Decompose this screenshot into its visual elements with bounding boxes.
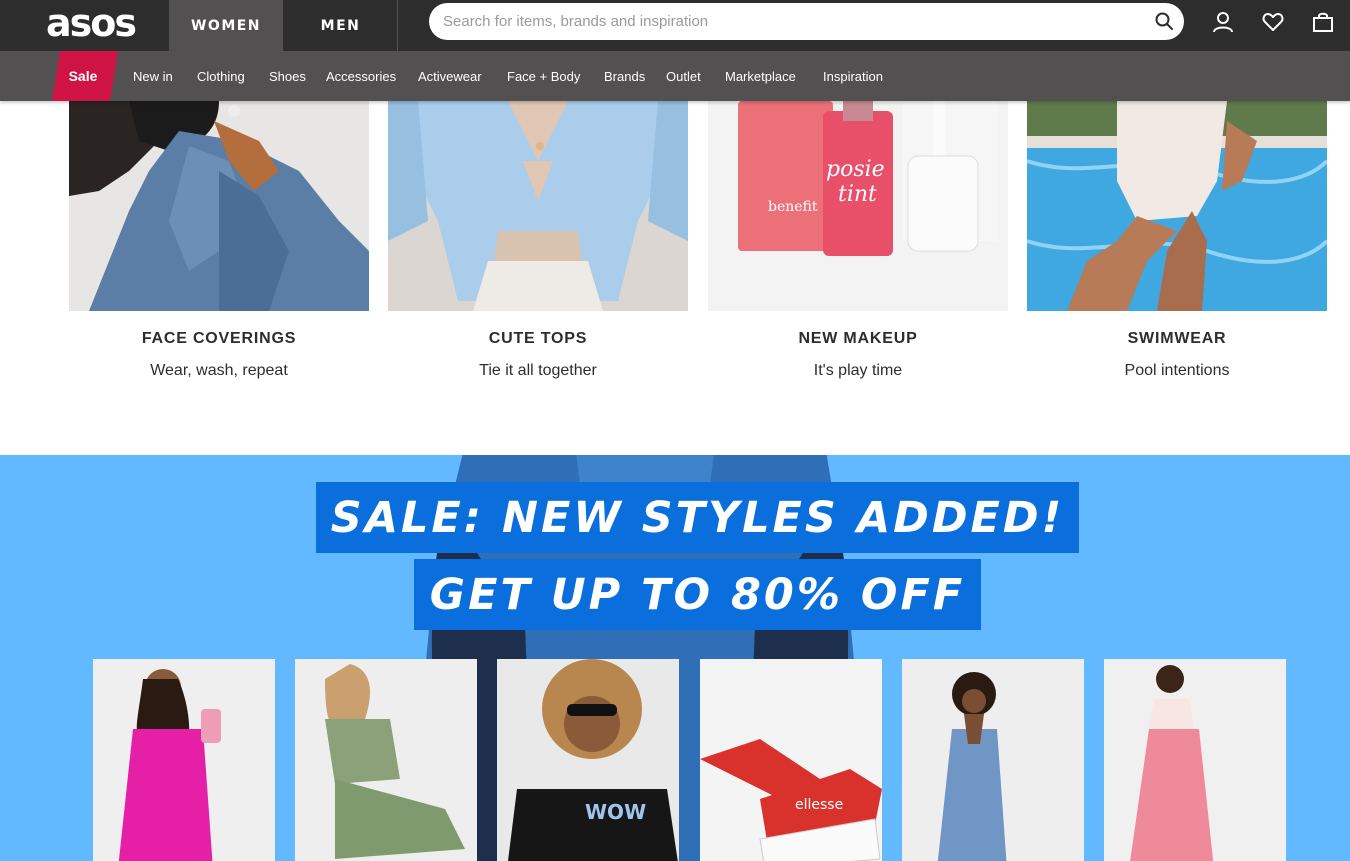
sale-banner[interactable]: SALE: NEW STYLES ADDED! GET UP TO 80% OF… [0, 455, 1350, 861]
tile-title[interactable]: SWIMWEAR [1027, 330, 1327, 348]
tile-title[interactable]: CUTE TOPS [388, 330, 688, 348]
account-icon[interactable] [1212, 11, 1234, 33]
tile-image[interactable] [1027, 101, 1327, 311]
sale-product-card[interactable] [902, 659, 1084, 861]
tile-image[interactable]: posie tint benefit [708, 101, 1008, 311]
tile-image[interactable] [69, 101, 369, 311]
sale-product-card[interactable] [1104, 659, 1286, 861]
tile-subtitle: Pool intentions [1124, 362, 1230, 379]
nav-marketplace[interactable]: Marketplace [725, 51, 796, 101]
nav-inspiration[interactable]: Inspiration [823, 51, 883, 101]
product-image [902, 659, 1084, 861]
tile-subtitle: Wear, wash, repeat [150, 362, 288, 379]
tile-cute-tops[interactable]: CUTE TOPS Tie it all together [388, 101, 688, 379]
tile-face-coverings[interactable]: FACE COVERINGS Wear, wash, repeat [69, 101, 369, 379]
nav-activewear[interactable]: Activewear [418, 51, 482, 101]
nav-new-in[interactable]: New in [133, 51, 173, 101]
tile-swimwear[interactable]: SWIMWEAR Pool intentions [1027, 101, 1327, 379]
svg-text:posie: posie [826, 157, 885, 182]
sale-product-card[interactable] [93, 659, 275, 861]
product-image [93, 659, 275, 861]
sale-product-card[interactable] [295, 659, 477, 861]
nav-brands[interactable]: Brands [604, 51, 645, 101]
tile-title[interactable]: FACE COVERINGS [69, 330, 369, 348]
bag-icon[interactable] [1312, 11, 1334, 33]
sale-product-card[interactable]: ellesse [700, 659, 882, 861]
nav-outlet[interactable]: Outlet [666, 51, 701, 101]
banner-discount: GET UP TO 80% OFF [414, 559, 981, 630]
sale-product-card[interactable]: WOW [497, 659, 679, 861]
nav-clothing[interactable]: Clothing [197, 51, 245, 101]
search-bar [429, 3, 1184, 40]
tab-women[interactable]: WOMEN [169, 0, 283, 51]
tile-title[interactable]: NEW MAKEUP [708, 330, 1008, 348]
product-image [295, 659, 477, 861]
svg-text:benefit: benefit [768, 199, 818, 215]
tile-subtitle: Tie it all together [479, 362, 597, 379]
tile-image[interactable] [388, 101, 688, 311]
tab-men[interactable]: MEN [284, 0, 398, 51]
nav-sale[interactable]: Sale [52, 51, 118, 101]
tile-new-makeup[interactable]: posie tint benefit NEW MAKEUP It's play … [708, 101, 1008, 379]
banner-headline: SALE: NEW STYLES ADDED! [316, 482, 1079, 553]
nav-face-body[interactable]: Face + Body [507, 51, 580, 101]
product-image: ellesse [700, 659, 882, 861]
search-icon[interactable] [1154, 11, 1174, 31]
svg-text:tint: tint [838, 182, 877, 207]
svg-text:ellesse: ellesse [795, 797, 843, 813]
heart-icon[interactable] [1262, 11, 1284, 33]
nav-accessories[interactable]: Accessories [326, 51, 396, 101]
tile-subtitle: It's play time [813, 362, 903, 379]
svg-text:WOW: WOW [585, 800, 646, 824]
nav-shoes[interactable]: Shoes [269, 51, 306, 101]
category-nav: Sale New in Clothing Shoes Accessories A… [0, 51, 1350, 101]
top-header: asos WOMEN MEN [0, 0, 1350, 51]
product-image: WOW [497, 659, 679, 861]
search-input[interactable] [443, 3, 1143, 40]
product-image [1104, 659, 1286, 861]
asos-logo[interactable]: asos [46, 3, 137, 43]
